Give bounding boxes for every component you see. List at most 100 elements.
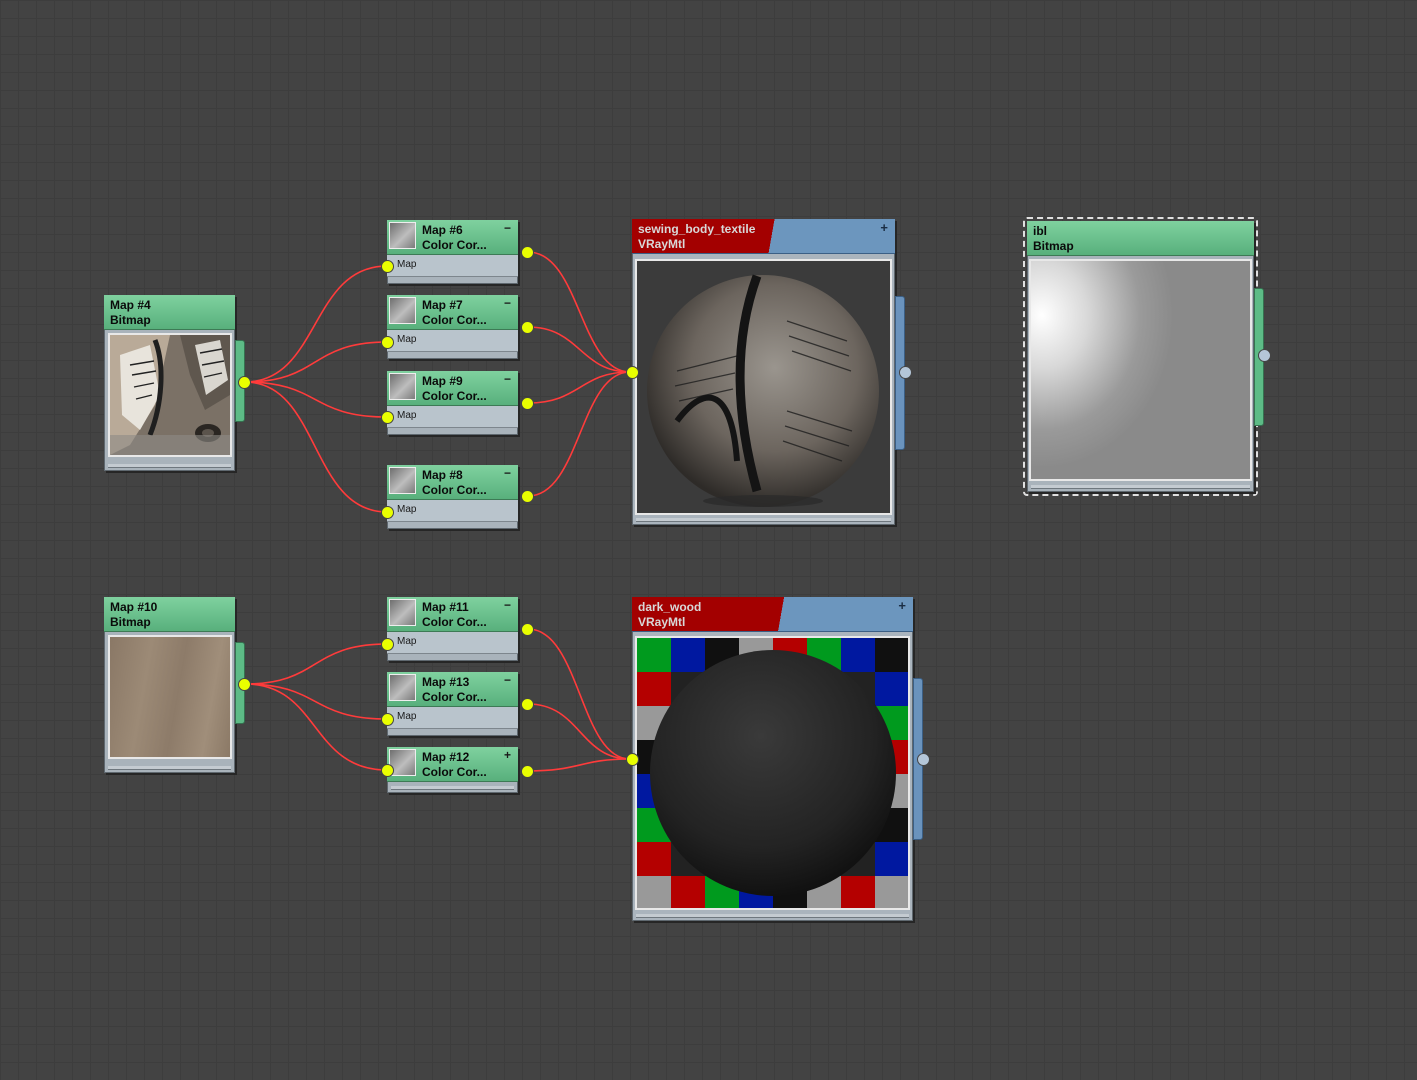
wire-map10-map12 [244, 683, 388, 771]
input-socket[interactable] [381, 764, 394, 777]
node-header[interactable]: Map #7 Color Cor... − [387, 295, 518, 330]
input-slot-map[interactable]: Map [387, 330, 518, 352]
node-footer [391, 786, 514, 790]
fabric-texture-image [110, 335, 230, 455]
wire-map13-darkwood [527, 703, 631, 760]
node-title: Map #7 [422, 298, 463, 312]
node-map9[interactable]: Map #9 Color Cor... − Map [381, 371, 534, 435]
node-title: Map #4 [110, 298, 151, 312]
wire-map6-sewing [527, 251, 631, 373]
output-socket[interactable] [917, 753, 930, 766]
collapse-icon[interactable]: − [504, 296, 511, 310]
wire-map4-map8 [244, 381, 388, 513]
material-preview [635, 259, 892, 515]
node-sewing-body-textile[interactable]: sewing_body_textile VRayMtl + [626, 219, 912, 525]
input-socket[interactable] [626, 366, 639, 379]
node-type: Color Cor... [422, 313, 487, 327]
input-socket[interactable] [381, 713, 394, 726]
node-map11[interactable]: Map #11 Color Cor... − Map [381, 597, 534, 661]
output-socket[interactable] [1258, 349, 1271, 362]
wire-map4-map6 [244, 265, 388, 383]
node-header[interactable]: Map #11 Color Cor... − [387, 597, 518, 632]
slot-label: Map [397, 711, 417, 722]
node-footer [636, 914, 909, 918]
node-footer [1031, 485, 1250, 489]
node-type: Color Cor... [422, 765, 487, 779]
node-map7[interactable]: Map #7 Color Cor... − Map [381, 295, 534, 359]
bitmap-preview [1029, 259, 1252, 481]
textile-sphere-image [647, 274, 879, 507]
node-header[interactable]: ibl Bitmap [1027, 221, 1254, 256]
material-preview [635, 636, 910, 910]
wire-map4-map7 [244, 341, 388, 383]
node-header[interactable]: Map #9 Color Cor... − [387, 371, 518, 406]
node-header[interactable]: Map #13 Color Cor... − [387, 672, 518, 707]
node-type: Color Cor... [422, 690, 487, 704]
output-socket[interactable] [521, 321, 534, 334]
node-map6[interactable]: Map #6 Color Cor... − Map [381, 220, 534, 284]
expand-icon[interactable]: + [504, 748, 511, 762]
output-socket[interactable] [521, 765, 534, 778]
wire-map11-darkwood [527, 628, 631, 760]
input-socket[interactable] [381, 411, 394, 424]
color-correction-thumbnail [389, 674, 416, 701]
node-title: Map #6 [422, 223, 463, 237]
input-slot-map[interactable]: Map [387, 406, 518, 428]
node-title: Map #8 [422, 468, 463, 482]
output-socket[interactable] [521, 246, 534, 259]
collapse-icon[interactable]: − [504, 598, 511, 612]
node-footer [108, 464, 231, 468]
input-slot-map[interactable]: Map [387, 632, 518, 654]
node-map13[interactable]: Map #13 Color Cor... − Map [381, 672, 534, 736]
node-type: Bitmap [1033, 239, 1074, 253]
node-dark-wood[interactable]: dark_wood VRayMtl + [626, 597, 930, 921]
slot-label: Map [397, 334, 417, 345]
output-socket[interactable] [521, 397, 534, 410]
slot-label: Map [397, 636, 417, 647]
node-header[interactable]: Map #10 Bitmap [104, 597, 235, 632]
node-map12[interactable]: Map #12 Color Cor... + [381, 747, 534, 793]
slot-label: Map [397, 259, 417, 270]
color-correction-thumbnail [389, 599, 416, 626]
input-socket[interactable] [626, 753, 639, 766]
checker-sphere-image [637, 638, 908, 908]
wire-map10-map13 [244, 683, 388, 720]
input-slot-map[interactable]: Map [387, 255, 518, 277]
node-title: Map #10 [110, 600, 158, 614]
input-socket[interactable] [381, 638, 394, 651]
node-map8[interactable]: Map #8 Color Cor... − Map [381, 465, 534, 529]
node-header[interactable]: Map #12 Color Cor... + [387, 747, 518, 782]
output-socket[interactable] [521, 698, 534, 711]
collapse-icon[interactable]: − [504, 221, 511, 235]
color-correction-thumbnail [389, 297, 416, 324]
output-socket[interactable] [899, 366, 912, 379]
output-socket[interactable] [521, 623, 534, 636]
node-title: Map #11 [422, 600, 469, 614]
wire-map7-sewing [527, 326, 631, 373]
node-ibl[interactable]: ibl Bitmap [1023, 217, 1271, 496]
node-header[interactable]: sewing_body_textile VRayMtl + [632, 219, 895, 254]
output-socket[interactable] [521, 490, 534, 503]
node-header[interactable]: Map #4 Bitmap [104, 295, 235, 330]
collapse-icon[interactable]: − [504, 673, 511, 687]
node-header[interactable]: Map #8 Color Cor... − [387, 465, 518, 500]
node-header[interactable]: dark_wood VRayMtl + [632, 597, 913, 632]
output-socket[interactable] [238, 678, 251, 691]
input-slot-map[interactable]: Map [387, 707, 518, 729]
collapse-icon[interactable]: − [504, 372, 511, 386]
input-slot-map[interactable]: Map [387, 500, 518, 522]
node-header[interactable]: Map #6 Color Cor... − [387, 220, 518, 255]
output-socket[interactable] [238, 376, 251, 389]
input-socket[interactable] [381, 336, 394, 349]
node-type: Bitmap [110, 313, 151, 327]
node-map10[interactable]: Map #10 Bitmap [104, 597, 251, 773]
node-map4[interactable]: Map #4 Bitmap [104, 295, 251, 471]
bitmap-preview [108, 333, 232, 457]
expand-icon[interactable]: + [898, 598, 906, 613]
collapse-icon[interactable]: − [504, 466, 511, 480]
input-socket[interactable] [381, 260, 394, 273]
input-socket[interactable] [381, 506, 394, 519]
expand-icon[interactable]: + [880, 220, 888, 235]
node-title: Map #9 [422, 374, 463, 388]
node-footer [636, 518, 891, 522]
